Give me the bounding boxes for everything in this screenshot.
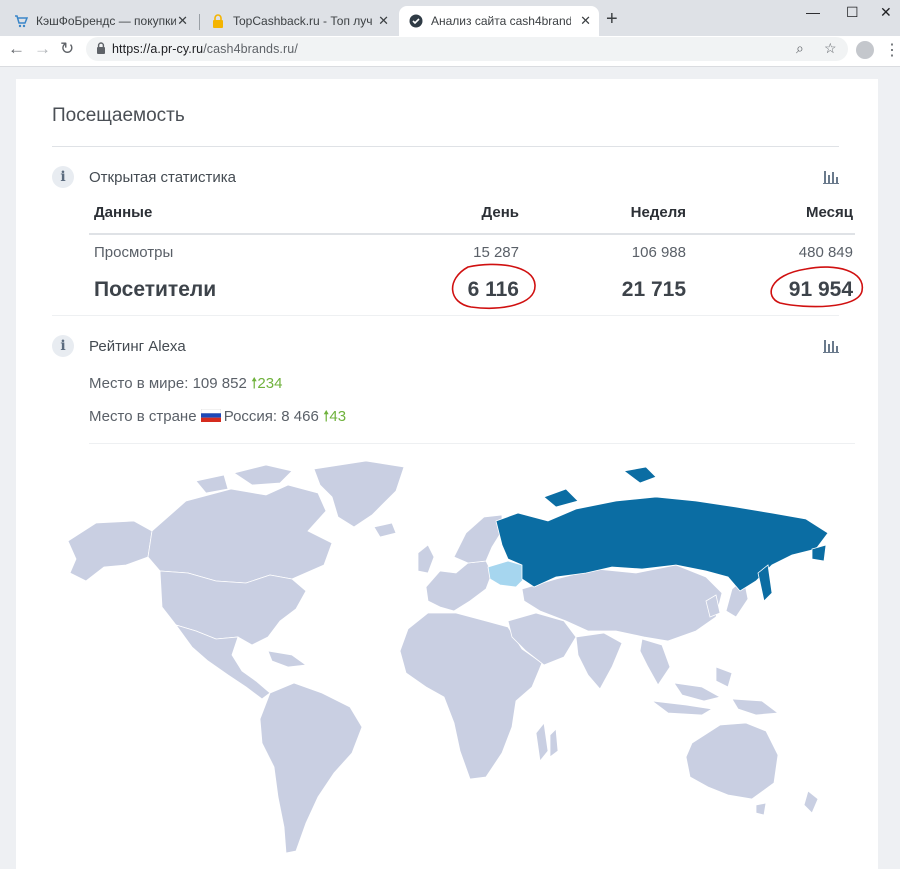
bookmark-star-icon[interactable]: ☆: [824, 40, 837, 57]
check-circle-icon: [409, 14, 423, 28]
map-ukraine: [487, 560, 527, 588]
new-tab-button[interactable]: +: [606, 8, 618, 31]
minimize-button[interactable]: —: [806, 4, 820, 20]
divider: [89, 443, 855, 444]
reload-button[interactable]: ↻: [60, 39, 74, 59]
kebab-menu-icon[interactable]: ⋮: [884, 40, 900, 60]
close-icon[interactable]: ✕: [580, 13, 591, 29]
close-window-button[interactable]: ✕: [880, 4, 892, 21]
tab-cash4brands[interactable]: КэшФоБрендс — покупки с кэш ✕: [4, 6, 196, 36]
country-rank-value: 8 466: [281, 408, 319, 425]
close-icon[interactable]: ✕: [378, 13, 389, 29]
browser-toolbar: ← → ↻ https://a.pr-cy.ru/cash4brands.ru/…: [0, 36, 900, 67]
highlight-circle-day: [451, 263, 536, 309]
world-visitors-map[interactable]: [56, 461, 856, 861]
country-name: Россия:: [223, 408, 278, 425]
info-icon[interactable]: i: [52, 335, 74, 357]
country-rank-label: Место в стране: [89, 408, 197, 425]
tab-title: КэшФоБрендс — покупки с кэш: [36, 14, 176, 28]
forward-button[interactable]: →: [34, 39, 51, 59]
tab-divider: [199, 14, 200, 30]
tab-strip: КэшФоБрендс — покупки с кэш ✕ TopCashbac…: [0, 0, 900, 36]
back-button[interactable]: ←: [8, 39, 25, 59]
profile-avatar[interactable]: [856, 41, 874, 59]
maximize-button[interactable]: ☐: [846, 4, 859, 21]
highlight-annotations: [451, 263, 864, 309]
highlight-circle-month: [770, 266, 864, 308]
divider: [52, 315, 839, 316]
traffic-card: Посещаемость i Открытая статистика Данны…: [16, 79, 878, 869]
tab-topcashback[interactable]: TopCashback.ru - Топ лучших кэ ✕: [201, 6, 397, 36]
world-rank-value: 109 852: [192, 375, 247, 392]
url-path: /cash4brands.ru/: [203, 42, 298, 56]
alexa-title: Рейтинг Alexa: [89, 338, 186, 355]
tab-title: Анализ сайта cash4brands.ru: [431, 14, 571, 28]
country-rank-line: Место в стране Россия: 8 466 🠕43: [89, 406, 346, 431]
zoom-icon[interactable]: ⌕: [796, 40, 804, 57]
cart-icon: [15, 15, 28, 28]
lock-favicon-icon: [213, 14, 223, 28]
url-host: https://a.pr-cy.ru: [112, 42, 204, 56]
page-content: Посещаемость i Открытая статистика Данны…: [0, 67, 900, 869]
world-rank-change: 234: [257, 375, 283, 392]
address-bar[interactable]: https://a.pr-cy.ru/cash4brands.ru/ ⌕ ☆: [86, 37, 848, 61]
lock-icon: [97, 42, 105, 54]
tab-title: TopCashback.ru - Топ лучших кэ: [233, 14, 373, 28]
world-rank-line: Место в мире: 109 852 🠕234: [89, 373, 282, 398]
russia-flag-icon: [200, 409, 221, 422]
chart-bars-icon[interactable]: [822, 337, 840, 353]
world-rank-label: Место в мире:: [89, 375, 189, 392]
url-text: https://a.pr-cy.ru/cash4brands.ru/: [112, 42, 298, 56]
tab-pr-cy[interactable]: Анализ сайта cash4brands.ru ✕: [399, 6, 599, 36]
country-rank-change: 43: [329, 408, 347, 425]
close-icon[interactable]: ✕: [177, 13, 188, 29]
